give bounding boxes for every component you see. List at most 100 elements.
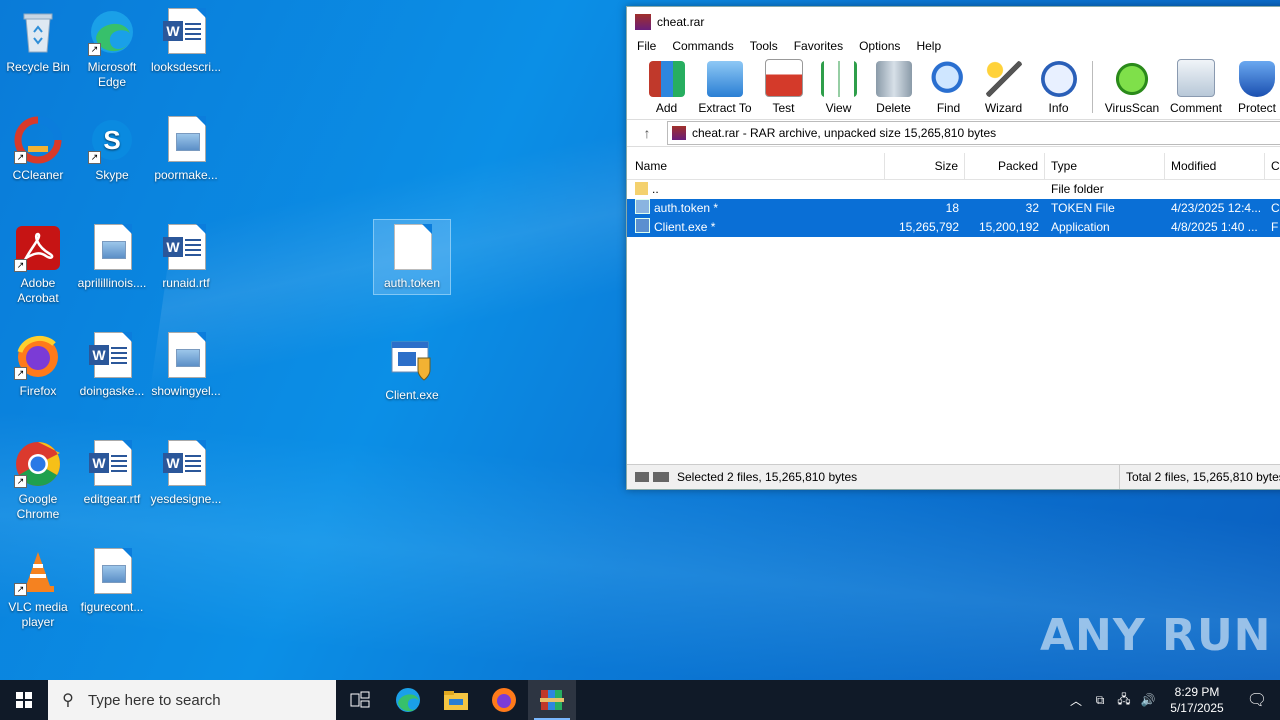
winrar-window[interactable]: cheat.rar File Commands Tools Favorites … [626, 6, 1280, 490]
shield-icon [1239, 61, 1275, 97]
recycle-bin-icon [14, 8, 62, 56]
desktop-icon-skype[interactable]: S ↗ Skype [74, 116, 150, 183]
info-button[interactable]: Info [1031, 61, 1086, 119]
desktop-icon-runaid[interactable]: W runaid.rtf [148, 224, 224, 291]
wizard-button[interactable]: Wizard [976, 61, 1031, 119]
table-row[interactable]: auth.token * 18 32 TOKEN File 4/23/2025 … [627, 199, 1280, 218]
shortcut-arrow-icon: ↗ [14, 151, 27, 164]
add-books-icon [648, 61, 685, 97]
edge-icon [396, 688, 420, 712]
word-document-icon: W [163, 224, 206, 270]
desktop-icon-editgear[interactable]: W editgear.rtf [74, 440, 150, 507]
application-icon [635, 218, 650, 233]
comment-note-icon [1177, 59, 1215, 97]
firefox-icon [492, 688, 516, 712]
desktop-icon-auth-token[interactable]: auth.token [373, 219, 451, 295]
folder-icon [444, 691, 468, 710]
desktop-icon-firefox[interactable]: ↗ Firefox [0, 332, 76, 399]
column-c[interactable]: C [1265, 153, 1280, 179]
clock-date: 5/17/2025 [1170, 701, 1224, 715]
word-document-icon: W [89, 440, 132, 486]
file-list[interactable]: Name Size Packed Type Modified C .. File… [627, 153, 1280, 463]
column-size[interactable]: Size [885, 153, 965, 179]
desktop-icon-aprilillinois[interactable]: aprilillinois.... [74, 224, 150, 291]
taskbar-edge[interactable] [384, 680, 432, 720]
column-name[interactable]: Name [627, 153, 885, 179]
anyrun-watermark: ANY RUN [1040, 610, 1272, 661]
taskbar: ⚲ Type here to search ︿ ⧉ 🖧 🔊 8:29 PM 5/… [0, 680, 1280, 720]
column-headers: Name Size Packed Type Modified C [627, 153, 1280, 180]
chevron-up-icon[interactable]: ︿ [1064, 692, 1088, 709]
comment-button[interactable]: Comment [1165, 59, 1227, 119]
desktop-icon-microsoft-edge[interactable]: ↗ Microsoft Edge [74, 8, 150, 90]
clock-time: 8:29 PM [1174, 685, 1220, 699]
ccleaner-icon: ↗ [14, 116, 62, 164]
shortcut-arrow-icon: ↗ [88, 151, 101, 164]
table-row[interactable]: Client.exe * 15,265,792 15,200,192 Appli… [627, 218, 1280, 237]
window-titlebar[interactable]: cheat.rar [627, 7, 1280, 37]
desktop-icon-adobe-acrobat[interactable]: ↗ Adobe Acrobat [0, 224, 76, 306]
taskbar-file-explorer[interactable] [432, 680, 480, 720]
edge-icon: ↗ [88, 8, 136, 56]
status-total: Total 2 files, 15,265,810 bytes [1119, 465, 1280, 489]
winrar-app-icon [635, 14, 651, 30]
extract-to-button[interactable]: Extract To [694, 61, 756, 119]
view-button[interactable]: View [811, 61, 866, 119]
archive-path-field[interactable]: cheat.rar - RAR archive, unpacked size 1… [667, 121, 1280, 145]
clock[interactable]: 8:29 PM 5/17/2025 [1160, 684, 1234, 716]
archive-icon [672, 126, 686, 140]
virusscan-button[interactable]: VirusScan [1099, 61, 1165, 119]
folder-extract-icon [707, 61, 743, 97]
desktop-icon-poormake[interactable]: poormake... [148, 116, 224, 183]
image-file-icon [94, 224, 132, 270]
menu-help[interactable]: Help [908, 37, 949, 57]
word-document-icon: W [163, 440, 206, 486]
blank-file-icon [394, 224, 432, 270]
shortcut-arrow-icon: ↗ [14, 583, 27, 596]
desktop-icon-recycle-bin[interactable]: Recycle Bin [0, 8, 76, 75]
desktop-icon-figurecont[interactable]: figurecont... [74, 548, 150, 615]
desktop-icon-yesdesigne[interactable]: W yesdesigne... [148, 440, 224, 507]
table-row[interactable]: .. File folder [627, 180, 1280, 199]
up-arrow-icon[interactable]: ↑ [627, 125, 667, 141]
menu-file[interactable]: File [629, 37, 664, 57]
taskbar-search-box[interactable]: ⚲ Type here to search [48, 680, 336, 720]
virus-bug-icon [1114, 61, 1150, 97]
column-packed[interactable]: Packed [965, 153, 1045, 179]
skype-icon: S ↗ [88, 116, 136, 164]
meet-now-icon[interactable]: ⧉ [1088, 693, 1112, 708]
desktop-icon-client-exe[interactable]: Client.exe [374, 336, 450, 403]
shortcut-arrow-icon: ↗ [14, 259, 27, 272]
menu-options[interactable]: Options [851, 37, 908, 57]
column-modified[interactable]: Modified [1165, 153, 1265, 179]
firefox-icon: ↗ [14, 332, 62, 380]
taskbar-firefox[interactable] [480, 680, 528, 720]
desktop-icon-showingyel[interactable]: showingyel... [148, 332, 224, 399]
image-file-icon [94, 548, 132, 594]
desktop-icon-ccleaner[interactable]: ↗ CCleaner [0, 116, 76, 183]
test-clipboard-icon [764, 59, 803, 97]
delete-button[interactable]: Delete [866, 61, 921, 119]
taskbar-winrar[interactable] [528, 680, 576, 720]
column-type[interactable]: Type [1045, 153, 1165, 179]
shortcut-arrow-icon: ↗ [88, 43, 101, 56]
test-button[interactable]: Test [756, 59, 811, 119]
menu-tools[interactable]: Tools [742, 37, 786, 57]
task-view-button[interactable] [336, 680, 384, 720]
start-button[interactable] [0, 680, 48, 720]
menu-commands[interactable]: Commands [664, 37, 741, 57]
add-button[interactable]: Add [639, 61, 694, 119]
find-button[interactable]: Find [921, 61, 976, 119]
desktop-icon-vlc[interactable]: ↗ VLC media player [0, 548, 76, 630]
protect-button[interactable]: Protect [1227, 61, 1280, 119]
network-icon[interactable]: 🖧 [1112, 690, 1136, 711]
shortcut-arrow-icon: ↗ [14, 367, 27, 380]
desktop-icon-google-chrome[interactable]: ↗ Google Chrome [0, 440, 76, 522]
notification-icon[interactable]: 🗨 [1234, 690, 1280, 710]
menu-favorites[interactable]: Favorites [786, 37, 851, 57]
volume-icon[interactable]: 🔊 [1136, 693, 1160, 707]
address-bar: ↑ cheat.rar - RAR archive, unpacked size… [627, 120, 1280, 147]
desktop-icon-looksdescri[interactable]: W looksdescri... [148, 8, 224, 75]
desktop-icon-doingaske[interactable]: W doingaske... [74, 332, 150, 399]
search-placeholder: Type here to search [88, 691, 221, 709]
